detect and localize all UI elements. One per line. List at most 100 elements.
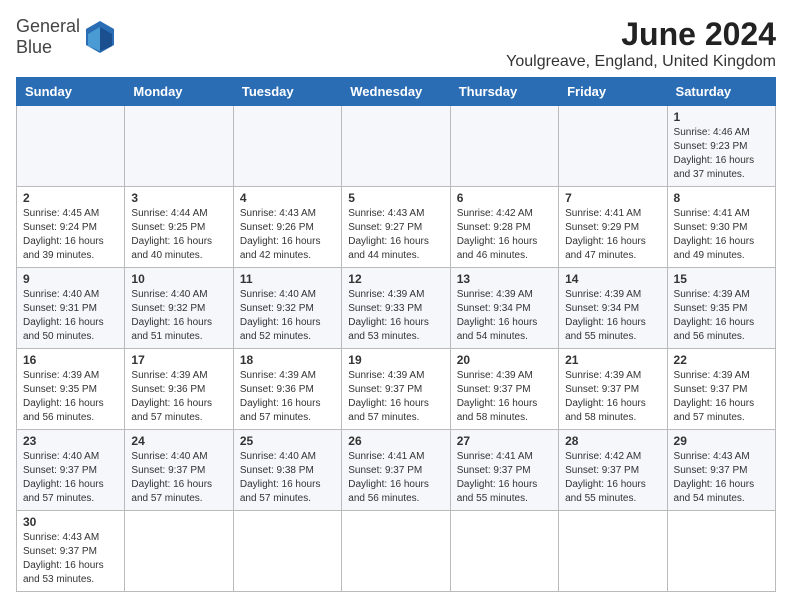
calendar-cell: 27 Sunrise: 4:41 AM Sunset: 9:37 PM Dayli… bbox=[450, 430, 558, 511]
calendar-cell: 1 Sunrise: 4:46 AM Sunset: 9:23 PM Daylig… bbox=[667, 106, 775, 187]
day-number: 21 bbox=[565, 353, 660, 367]
day-number: 8 bbox=[674, 191, 769, 205]
day-info: Sunrise: 4:40 AM Sunset: 9:37 PM Dayligh… bbox=[131, 450, 226, 506]
calendar-cell bbox=[233, 106, 341, 187]
day-number: 10 bbox=[131, 272, 226, 286]
calendar-week-row: 2Sunrise: 4:45 AM Sunset: 9:24 PM Daylig… bbox=[17, 187, 776, 268]
calendar-cell: 17Sunrise: 4:39 AM Sunset: 9:36 PM Dayli… bbox=[125, 349, 233, 430]
day-number: 11 bbox=[240, 272, 335, 286]
day-number: 4 bbox=[240, 191, 335, 205]
day-info: Sunrise: 4:41 AM Sunset: 9:29 PM Dayligh… bbox=[565, 207, 660, 263]
calendar-cell: 4 Sunrise: 4:43 AM Sunset: 9:26 PM Daylig… bbox=[233, 187, 341, 268]
location-text: Youlgreave, England, United Kingdom bbox=[506, 53, 776, 71]
calendar-cell: 30Sunrise: 4:43 AM Sunset: 9:37 PM Dayli… bbox=[17, 511, 125, 592]
day-info: Sunrise: 4:43 AM Sunset: 9:26 PM Dayligh… bbox=[240, 207, 335, 263]
calendar-cell bbox=[559, 511, 667, 592]
calendar-header-row: SundayMondayTuesdayWednesdayThursdayFrid… bbox=[17, 78, 776, 106]
day-info: Sunrise: 4:41 AM Sunset: 9:30 PM Dayligh… bbox=[674, 207, 769, 263]
calendar-cell: 6 Sunrise: 4:42 AM Sunset: 9:28 PM Daylig… bbox=[450, 187, 558, 268]
calendar-cell bbox=[233, 511, 341, 592]
calendar-cell: 12Sunrise: 4:39 AM Sunset: 9:33 PM Dayli… bbox=[342, 268, 450, 349]
calendar-cell: 7 Sunrise: 4:41 AM Sunset: 9:29 PM Daylig… bbox=[559, 187, 667, 268]
day-info: Sunrise: 4:46 AM Sunset: 9:23 PM Dayligh… bbox=[674, 126, 769, 182]
day-info: Sunrise: 4:39 AM Sunset: 9:36 PM Dayligh… bbox=[131, 369, 226, 425]
calendar-cell: 28 Sunrise: 4:42 AM Sunset: 9:37 PM Dayli… bbox=[559, 430, 667, 511]
day-header-sunday: Sunday bbox=[17, 78, 125, 106]
day-number: 6 bbox=[457, 191, 552, 205]
day-info: Sunrise: 4:41 AM Sunset: 9:37 PM Dayligh… bbox=[348, 450, 443, 506]
day-info: Sunrise: 4:39 AM Sunset: 9:33 PM Dayligh… bbox=[348, 288, 443, 344]
calendar-cell bbox=[342, 106, 450, 187]
calendar-cell: 2Sunrise: 4:45 AM Sunset: 9:24 PM Daylig… bbox=[17, 187, 125, 268]
calendar-week-row: 1 Sunrise: 4:46 AM Sunset: 9:23 PM Daylig… bbox=[17, 106, 776, 187]
day-number: 18 bbox=[240, 353, 335, 367]
day-number: 14 bbox=[565, 272, 660, 286]
day-number: 26 bbox=[348, 434, 443, 448]
day-info: Sunrise: 4:40 AM Sunset: 9:37 PM Dayligh… bbox=[23, 450, 118, 506]
day-number: 23 bbox=[23, 434, 118, 448]
day-info: Sunrise: 4:39 AM Sunset: 9:36 PM Dayligh… bbox=[240, 369, 335, 425]
calendar-cell: 21Sunrise: 4:39 AM Sunset: 9:37 PM Dayli… bbox=[559, 349, 667, 430]
calendar-cell bbox=[125, 511, 233, 592]
calendar-cell bbox=[342, 511, 450, 592]
day-info: Sunrise: 4:41 AM Sunset: 9:37 PM Dayligh… bbox=[457, 450, 552, 506]
calendar-table: SundayMondayTuesdayWednesdayThursdayFrid… bbox=[16, 77, 776, 592]
day-number: 15 bbox=[674, 272, 769, 286]
day-number: 22 bbox=[674, 353, 769, 367]
day-info: Sunrise: 4:40 AM Sunset: 9:32 PM Dayligh… bbox=[240, 288, 335, 344]
calendar-cell: 13 Sunrise: 4:39 AM Sunset: 9:34 PM Dayli… bbox=[450, 268, 558, 349]
day-info: Sunrise: 4:42 AM Sunset: 9:28 PM Dayligh… bbox=[457, 207, 552, 263]
day-number: 25 bbox=[240, 434, 335, 448]
calendar-cell: 19 Sunrise: 4:39 AM Sunset: 9:37 PM Dayli… bbox=[342, 349, 450, 430]
day-info: Sunrise: 4:44 AM Sunset: 9:25 PM Dayligh… bbox=[131, 207, 226, 263]
day-number: 24 bbox=[131, 434, 226, 448]
day-number: 7 bbox=[565, 191, 660, 205]
day-info: Sunrise: 4:43 AM Sunset: 9:27 PM Dayligh… bbox=[348, 207, 443, 263]
day-header-wednesday: Wednesday bbox=[342, 78, 450, 106]
day-number: 27 bbox=[457, 434, 552, 448]
calendar-week-row: 16Sunrise: 4:39 AM Sunset: 9:35 PM Dayli… bbox=[17, 349, 776, 430]
calendar-cell bbox=[450, 106, 558, 187]
calendar-cell: 24 Sunrise: 4:40 AM Sunset: 9:37 PM Dayli… bbox=[125, 430, 233, 511]
day-info: Sunrise: 4:39 AM Sunset: 9:37 PM Dayligh… bbox=[348, 369, 443, 425]
calendar-cell: 18 Sunrise: 4:39 AM Sunset: 9:36 PM Dayli… bbox=[233, 349, 341, 430]
day-info: Sunrise: 4:40 AM Sunset: 9:38 PM Dayligh… bbox=[240, 450, 335, 506]
calendar-cell: 8 Sunrise: 4:41 AM Sunset: 9:30 PM Daylig… bbox=[667, 187, 775, 268]
logo: General Blue bbox=[16, 16, 116, 58]
day-info: Sunrise: 4:39 AM Sunset: 9:34 PM Dayligh… bbox=[565, 288, 660, 344]
logo-text-blue: Blue bbox=[16, 37, 52, 58]
title-block: June 2024 Youlgreave, England, United Ki… bbox=[506, 16, 776, 71]
calendar-cell: 14 Sunrise: 4:39 AM Sunset: 9:34 PM Dayli… bbox=[559, 268, 667, 349]
day-number: 3 bbox=[131, 191, 226, 205]
calendar-week-row: 9Sunrise: 4:40 AM Sunset: 9:31 PM Daylig… bbox=[17, 268, 776, 349]
day-header-tuesday: Tuesday bbox=[233, 78, 341, 106]
day-info: Sunrise: 4:43 AM Sunset: 9:37 PM Dayligh… bbox=[674, 450, 769, 506]
day-number: 9 bbox=[23, 272, 118, 286]
calendar-cell: 20 Sunrise: 4:39 AM Sunset: 9:37 PM Dayli… bbox=[450, 349, 558, 430]
day-number: 1 bbox=[674, 110, 769, 124]
day-number: 13 bbox=[457, 272, 552, 286]
day-number: 29 bbox=[674, 434, 769, 448]
day-info: Sunrise: 4:39 AM Sunset: 9:35 PM Dayligh… bbox=[674, 288, 769, 344]
calendar-cell: 23 Sunrise: 4:40 AM Sunset: 9:37 PM Dayli… bbox=[17, 430, 125, 511]
day-info: Sunrise: 4:39 AM Sunset: 9:37 PM Dayligh… bbox=[457, 369, 552, 425]
day-number: 30 bbox=[23, 515, 118, 529]
day-info: Sunrise: 4:42 AM Sunset: 9:37 PM Dayligh… bbox=[565, 450, 660, 506]
calendar-cell: 15 Sunrise: 4:39 AM Sunset: 9:35 PM Dayli… bbox=[667, 268, 775, 349]
day-number: 28 bbox=[565, 434, 660, 448]
month-title: June 2024 bbox=[506, 16, 776, 53]
logo-text-general: General bbox=[16, 16, 80, 37]
day-number: 20 bbox=[457, 353, 552, 367]
logo-icon bbox=[84, 19, 116, 55]
calendar-cell: 22Sunrise: 4:39 AM Sunset: 9:37 PM Dayli… bbox=[667, 349, 775, 430]
day-info: Sunrise: 4:39 AM Sunset: 9:34 PM Dayligh… bbox=[457, 288, 552, 344]
calendar-cell: 29 Sunrise: 4:43 AM Sunset: 9:37 PM Dayli… bbox=[667, 430, 775, 511]
calendar-cell: 10Sunrise: 4:40 AM Sunset: 9:32 PM Dayli… bbox=[125, 268, 233, 349]
day-number: 19 bbox=[348, 353, 443, 367]
day-number: 5 bbox=[348, 191, 443, 205]
day-info: Sunrise: 4:39 AM Sunset: 9:35 PM Dayligh… bbox=[23, 369, 118, 425]
day-header-friday: Friday bbox=[559, 78, 667, 106]
calendar-cell bbox=[17, 106, 125, 187]
day-number: 2 bbox=[23, 191, 118, 205]
calendar-cell: 26 Sunrise: 4:41 AM Sunset: 9:37 PM Dayli… bbox=[342, 430, 450, 511]
